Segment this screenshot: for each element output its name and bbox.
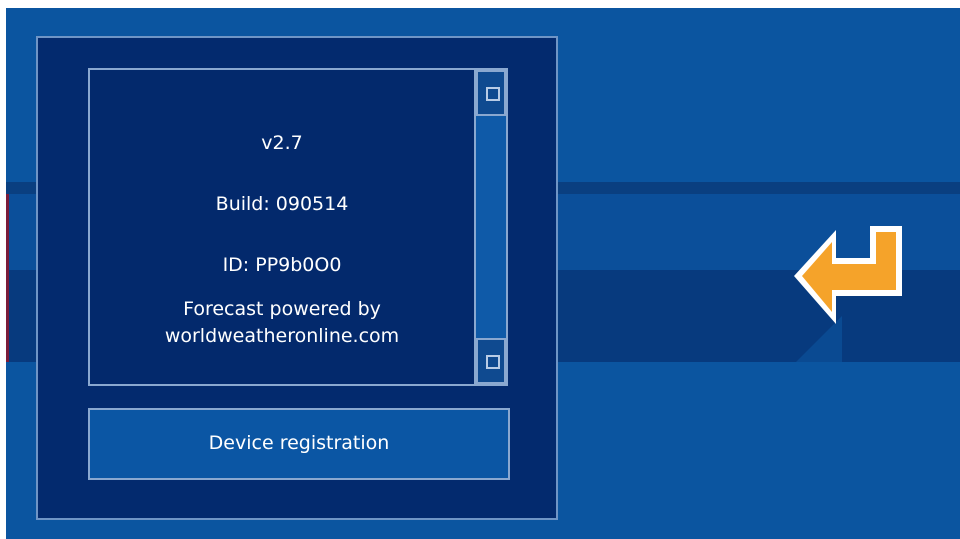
id-label: ID: PP9b0O0 [222, 254, 342, 276]
forecast-credit-line1: Forecast powered by [183, 298, 381, 320]
back-button[interactable] [792, 224, 902, 334]
build-label: Build: 090514 [215, 193, 349, 215]
scroll-thumb[interactable] [476, 116, 506, 342]
version-label: v2.7 [261, 132, 303, 154]
about-info-panel: v2.7 Build: 090514 ID: PP9b0O0 Forecast … [88, 68, 508, 386]
about-info-text: v2.7 Build: 090514 ID: PP9b0O0 Forecast … [90, 70, 474, 384]
scroll-up-icon [486, 87, 500, 101]
scroll-up-button[interactable] [476, 70, 506, 116]
background-band-edge [6, 194, 9, 362]
scroll-down-button[interactable] [476, 338, 506, 384]
forecast-credit-line2: worldweatheronline.com [164, 325, 400, 347]
about-dialog: v2.7 Build: 090514 ID: PP9b0O0 Forecast … [36, 36, 558, 520]
scroll-down-icon [486, 355, 500, 369]
screen-background: v2.7 Build: 090514 ID: PP9b0O0 Forecast … [6, 8, 960, 539]
back-arrow-icon [794, 226, 902, 324]
scrollbar[interactable] [474, 70, 506, 384]
device-registration-button[interactable]: Device registration [88, 408, 510, 480]
